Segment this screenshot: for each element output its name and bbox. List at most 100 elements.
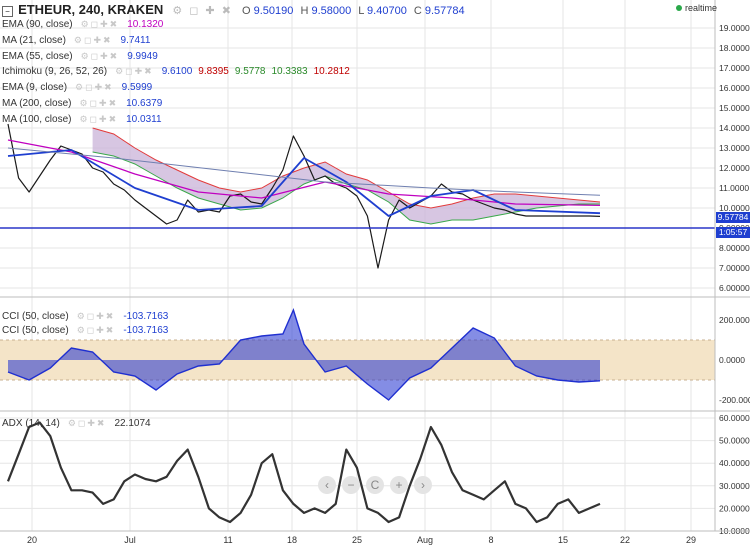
collapse-icon[interactable]: − <box>2 6 13 17</box>
x-tick-label: 25 <box>352 535 362 545</box>
reset-button[interactable]: C <box>366 476 384 494</box>
legend-name: MA (100, close) <box>2 113 72 125</box>
ohlc-value: 9.50190 <box>253 5 297 17</box>
countdown-tag: 1:05:57 <box>716 227 750 238</box>
legend-controls-icon[interactable]: ⚙◻✚✖ <box>75 82 114 92</box>
y-tick-label: 12.0000 <box>719 163 750 173</box>
legend-controls-icon[interactable]: ⚙◻✚✖ <box>115 66 154 76</box>
ohlc-label: L <box>358 5 368 17</box>
y-tick-label: 15.0000 <box>719 103 750 113</box>
legend-name: MA (21, close) <box>2 34 66 46</box>
legend-name: MA (200, close) <box>2 97 72 109</box>
last-price-value: 9.57784 <box>717 212 749 222</box>
legend-controls-icon[interactable]: ⚙◻✚✖ <box>74 35 113 45</box>
legend-value: 10.2812 <box>313 66 350 78</box>
x-tick-label: 15 <box>558 535 568 545</box>
symbol-title[interactable]: ETHEUR, 240, KRAKEN <box>18 2 163 17</box>
legend-value: -103.7163 <box>123 311 169 322</box>
y-tick-label: 8.00000 <box>719 243 750 253</box>
legend-controls-icon[interactable]: ⚙◻✚✖ <box>81 19 120 29</box>
legend-controls-icon[interactable]: ⚙◻✚✖ <box>68 418 107 428</box>
legend-value: 10.1320 <box>127 19 164 30</box>
adx-y-tick-label: 60.0000 <box>719 413 750 423</box>
adx-legend: ADX (14, 14) ⚙◻✚✖ 22.1074 <box>2 418 151 429</box>
realtime-dot-icon <box>676 5 682 11</box>
legend-value: 10.0311 <box>126 113 162 125</box>
cci-legend: CCI (50, close) ⚙◻✚✖ -103.7163 CCI (50, clo… <box>2 309 168 337</box>
x-tick-label: Aug <box>417 535 433 545</box>
x-tick-label: 29 <box>686 535 696 545</box>
ohlc-value: 9.40700 <box>367 5 410 17</box>
chart-header: − ETHEUR, 240, KRAKEN ⚙ ◻ ✚ ✖ O 9.50190 … <box>2 2 469 17</box>
legend-value: -103.7163 <box>123 325 169 336</box>
y-tick-label: 7.00000 <box>719 263 750 273</box>
legend-value: 22.1074 <box>114 418 151 429</box>
legend-controls-icon[interactable]: ⚙◻✚✖ <box>77 311 116 321</box>
scroll-left-button[interactable]: ‹ <box>318 476 336 494</box>
legend-value: 9.5778 <box>234 66 266 78</box>
legend-value: 10.3383 <box>271 66 308 78</box>
legend-name: CCI (50, close) <box>2 325 69 336</box>
x-tick-label: 11 <box>223 535 232 545</box>
legend-name: EMA (9, close) <box>2 82 68 94</box>
legend-row[interactable]: Ichimoku (9, 26, 52, 26) ⚙◻✚✖ 9.6100 9.8395… <box>2 64 356 80</box>
legend-row[interactable]: EMA (55, close) ⚙◻✚✖ 9.9949 <box>2 49 356 65</box>
legend-value: 9.5999 <box>121 82 153 94</box>
y-tick-label: 11.0000 <box>719 183 749 193</box>
x-tick-label: 22 <box>620 535 630 545</box>
legend-name: Ichimoku (9, 26, 52, 26) <box>2 66 108 78</box>
realtime-label: realtime <box>685 3 718 13</box>
cci-legend-row[interactable]: CCI (50, close) ⚙◻✚✖ -103.7163 <box>2 309 168 323</box>
ohlc-label: H <box>300 5 312 17</box>
cci-y-tick-label: 0.0000 <box>719 355 745 365</box>
indicator-legend: EMA (90, close) ⚙◻✚✖ 10.1320 MA (21, close)… <box>2 17 356 128</box>
zoom-in-button[interactable]: + <box>390 476 408 494</box>
legend-controls-icon[interactable]: ⚙◻✚✖ <box>81 51 120 61</box>
legend-row[interactable]: MA (100, close) ⚙◻✚✖ 10.0311 <box>2 112 356 128</box>
legend-controls-icon[interactable]: ⚙◻✚✖ <box>77 325 116 335</box>
legend-name: CCI (50, close) <box>2 311 69 322</box>
legend-value: 9.7411 <box>120 34 151 46</box>
y-tick-label: 13.0000 <box>719 143 750 153</box>
legend-controls-icon[interactable]: ⚙◻✚✖ <box>79 98 118 108</box>
y-tick-label: 16.0000 <box>719 83 750 93</box>
last-price-tag: 9.57784 <box>716 212 750 223</box>
zoom-out-button[interactable]: − <box>342 476 360 494</box>
cci-legend-row[interactable]: CCI (50, close) ⚙◻✚✖ -103.7163 <box>2 323 168 337</box>
legend-controls-icon[interactable]: ⚙◻✚✖ <box>79 114 118 124</box>
adx-legend-row[interactable]: ADX (14, 14) ⚙◻✚✖ 22.1074 <box>2 418 151 429</box>
legend-row[interactable]: EMA (9, close) ⚙◻✚✖ 9.5999 <box>2 80 356 96</box>
y-tick-label: 18.0000 <box>719 43 750 53</box>
scroll-right-button[interactable]: › <box>414 476 432 494</box>
ohlc-value: 9.57784 <box>424 5 465 17</box>
ohlc-value: 9.58000 <box>311 5 355 17</box>
ohlc-values: O 9.50190 H 9.58000 L 9.40700 C 9.57784 <box>242 5 469 17</box>
legend-row[interactable]: EMA (90, close) ⚙◻✚✖ 10.1320 <box>2 17 356 33</box>
adx-y-tick-label: 20.0000 <box>719 503 750 513</box>
x-tick-label: 20 <box>27 535 37 545</box>
cci-y-tick-label: 200.0000 <box>719 315 750 325</box>
adx-y-tick-label: 40.0000 <box>719 458 750 468</box>
legend-value: 9.6100 <box>161 66 193 78</box>
realtime-badge[interactable]: realtime <box>676 3 717 13</box>
legend-row[interactable]: MA (200, close) ⚙◻✚✖ 10.6379 <box>2 96 356 112</box>
series-controls: ⚙ ◻ ✚ ✖ <box>172 5 233 17</box>
adx-y-tick-label: 30.0000 <box>719 481 750 491</box>
y-tick-label: 17.0000 <box>719 63 750 73</box>
countdown-value: 1:05:57 <box>718 227 748 237</box>
y-tick-label: 19.0000 <box>719 23 750 33</box>
x-tick-label: Jul <box>124 535 136 545</box>
chart-window: 20 Jul 11 18 25 Aug 8 15 22 29 6.00000 7.00000 8.000… <box>0 0 750 547</box>
x-tick-label: 18 <box>287 535 297 545</box>
y-tick-label: 14.0000 <box>719 123 750 133</box>
ohlc-label: C <box>413 5 425 17</box>
legend-name: EMA (55, close) <box>2 50 73 62</box>
ohlc-label: O <box>242 5 254 17</box>
legend-value: 9.9949 <box>127 50 158 62</box>
y-tick-label: 6.00000 <box>719 283 750 293</box>
legend-name: EMA (90, close) <box>2 19 73 30</box>
adx-y-tick-label: 50.0000 <box>719 436 750 446</box>
legend-row[interactable]: MA (21, close) ⚙◻✚✖ 9.7411 <box>2 33 356 49</box>
legend-value: 9.8395 <box>198 66 229 78</box>
cci-y-tick-label: -200.0000 <box>719 395 750 405</box>
